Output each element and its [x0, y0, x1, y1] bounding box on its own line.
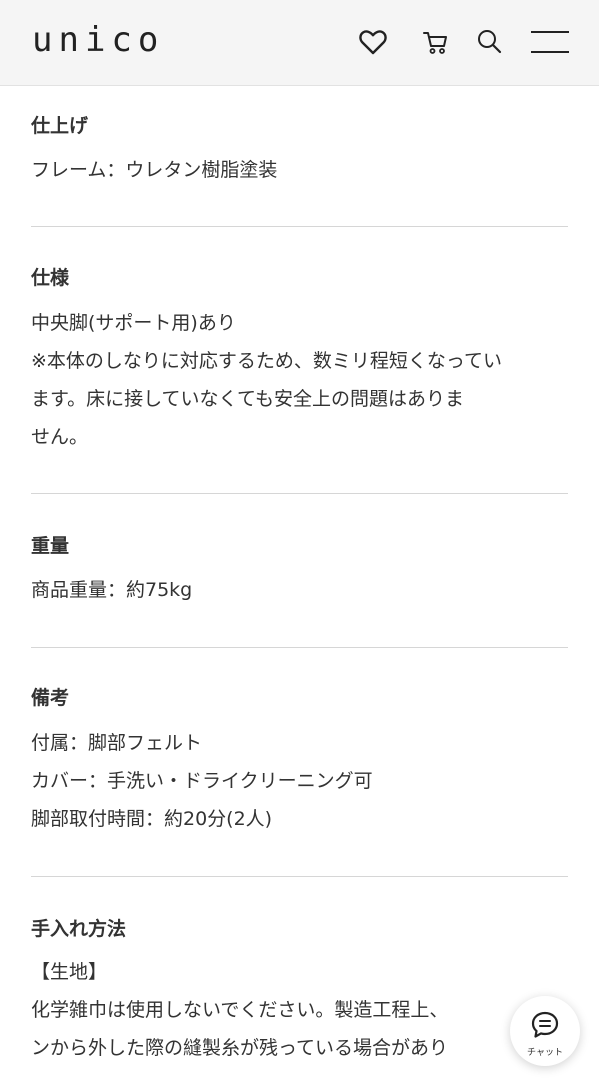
section-line: 付属：脚部フェルト	[31, 732, 203, 754]
section-line: ※本体のしなりに対応するため、数ミリ程短くなってい	[31, 350, 502, 372]
heart-icon[interactable]	[357, 26, 389, 58]
cart-icon[interactable]	[419, 26, 451, 58]
section-title: 仕様	[31, 267, 70, 289]
menu-icon[interactable]	[530, 26, 570, 58]
site-header: unico	[0, 0, 599, 86]
section-line: フレーム：ウレタン樹脂塗装	[31, 159, 278, 181]
spec-content: 仕上げ フレーム：ウレタン樹脂塗装 仕様 中央脚(サポート用)あり ※本体のしな…	[31, 86, 568, 1067]
chat-button[interactable]: チャット	[510, 996, 580, 1066]
section-line: 脚部取付時間：約20分(2人)	[31, 808, 273, 830]
section-title: 仕上げ	[31, 115, 89, 137]
spec-section-finish: 仕上げ フレーム：ウレタン樹脂塗装	[31, 86, 568, 227]
spec-section-specification: 仕様 中央脚(サポート用)あり ※本体のしなりに対応するため、数ミリ程短くなって…	[31, 227, 568, 494]
section-line: ます。床に接していなくても安全上の問題はありま	[31, 388, 465, 410]
site-logo[interactable]: unico	[32, 18, 164, 62]
section-line: カバー：手洗い・ドライクリーニング可	[31, 770, 373, 792]
section-line: 中央脚(サポート用)あり	[31, 312, 236, 334]
section-line: ンから外した際の縫製糸が残っている場合があり	[31, 1037, 449, 1059]
section-line: せん。	[31, 426, 89, 448]
section-line: 化学雑巾は使用しないでください。製造工程上、	[31, 999, 449, 1021]
chat-bubble-icon	[530, 1010, 560, 1040]
section-title: 備考	[31, 687, 70, 709]
search-icon[interactable]	[473, 26, 505, 58]
chat-label: チャット	[527, 1048, 563, 1058]
spec-section-care: 手入れ方法 【生地】 化学雑巾は使用しないでください。製造工程上、 ンから外した…	[31, 877, 568, 1067]
section-title: 手入れ方法	[31, 918, 127, 940]
spec-section-weight: 重量 商品重量：約75kg	[31, 494, 568, 648]
section-line: 商品重量：約75kg	[31, 579, 193, 601]
section-title: 重量	[31, 535, 70, 557]
section-line: 【生地】	[31, 961, 108, 983]
spec-section-notes: 備考 付属：脚部フェルト カバー：手洗い・ドライクリーニング可 脚部取付時間：約…	[31, 648, 568, 877]
